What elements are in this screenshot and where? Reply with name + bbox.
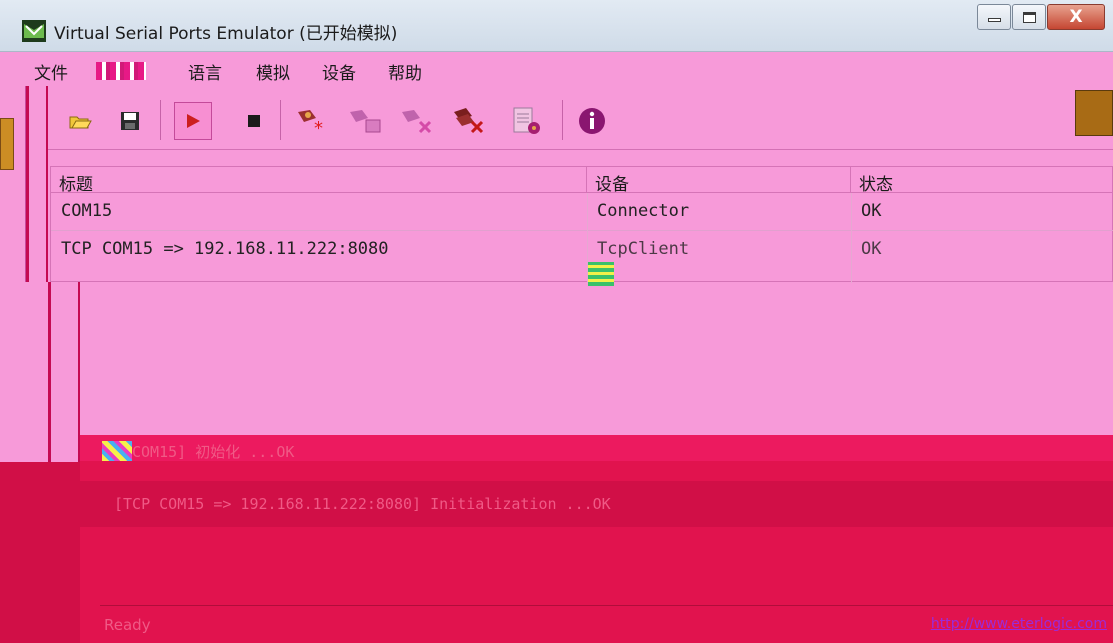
- device-delete-icon: [402, 110, 432, 134]
- log-line: [TCP COM15 => 192.168.11.222:8080] Initi…: [114, 495, 611, 513]
- row-title: COM15: [61, 201, 113, 221]
- stop-button[interactable]: [238, 105, 270, 137]
- settings-button[interactable]: [506, 105, 546, 137]
- menu-file[interactable]: 文件: [34, 59, 68, 84]
- left-panel-bottom: [0, 462, 80, 643]
- toolbar: *: [48, 90, 1113, 150]
- settings-icon: [513, 107, 540, 134]
- menu-help[interactable]: 帮助: [388, 59, 422, 84]
- render-artifact: [96, 62, 146, 80]
- save-button[interactable]: [114, 105, 146, 137]
- left-panel-tab[interactable]: [0, 118, 14, 170]
- maximize-icon: [1022, 11, 1036, 23]
- minimize-icon: [987, 18, 1001, 22]
- column-header-device[interactable]: 设备: [587, 167, 851, 195]
- menu-device[interactable]: 设备: [322, 59, 356, 84]
- svg-text:*: *: [314, 118, 323, 136]
- save-icon: [121, 112, 139, 130]
- title-bar[interactable]: Virtual Serial Ports Emulator (已开始模拟) X: [0, 0, 1113, 52]
- website-link[interactable]: http://www.eterlogic.com: [931, 616, 1107, 632]
- menu-emulation[interactable]: 模拟: [256, 59, 290, 84]
- status-text: Ready: [104, 616, 151, 634]
- window-controls: X: [976, 4, 1105, 30]
- render-artifact: [588, 262, 614, 286]
- app-window: Virtual Serial Ports Emulator (已开始模拟) X …: [0, 0, 1113, 643]
- play-icon: [187, 114, 200, 128]
- about-button[interactable]: [576, 105, 608, 137]
- toolbar-separator: [160, 100, 161, 140]
- play-button[interactable]: [174, 102, 212, 140]
- row-device: TcpClient: [597, 239, 690, 259]
- close-icon: X: [1069, 7, 1083, 27]
- device-delete-all-icon: [454, 108, 484, 134]
- table-row[interactable]: COM15 Connector OK: [51, 193, 1113, 231]
- logo-icon: [1075, 90, 1113, 136]
- row-title: TCP COM15 => 192.168.11.222:8080: [61, 239, 389, 259]
- device-edit-icon: [350, 110, 381, 133]
- close-button[interactable]: X: [1047, 4, 1105, 30]
- row-status: OK: [861, 239, 882, 259]
- open-icon: [69, 116, 92, 129]
- render-artifact: [102, 441, 132, 461]
- app-icon: [22, 20, 46, 42]
- create-device-button[interactable]: *: [294, 105, 334, 137]
- maximize-button[interactable]: [1012, 4, 1046, 30]
- column-divider: [851, 193, 852, 283]
- column-header-title[interactable]: 标题: [51, 167, 587, 195]
- menu-language[interactable]: 语言: [188, 59, 222, 84]
- log-row: COM15] 初始化 ...OK: [80, 435, 1113, 461]
- table-row[interactable]: TCP COM15 => 192.168.11.222:8080 TcpClie…: [51, 231, 1113, 269]
- device-table: 标题 设备 状态 COM15 Connector OK TCP COM15 =>…: [50, 166, 1113, 283]
- toolbar-separator: [562, 100, 563, 140]
- info-icon: [579, 108, 605, 134]
- stop-icon: [248, 115, 260, 127]
- row-device: Connector: [597, 201, 690, 221]
- column-header-status[interactable]: 状态: [851, 167, 1113, 195]
- menu-bar: [0, 52, 1113, 86]
- status-bar: Ready http://www.eterlogic.com: [100, 605, 1113, 643]
- device-create-icon: *: [298, 110, 323, 136]
- delete-all-devices-button[interactable]: [450, 105, 490, 137]
- left-panel: [0, 86, 26, 286]
- open-button[interactable]: [64, 105, 96, 137]
- toolbar-separator: [280, 100, 281, 140]
- window-title: Virtual Serial Ports Emulator (已开始模拟): [54, 24, 398, 44]
- row-status: OK: [861, 201, 882, 221]
- edit-device-button[interactable]: [346, 105, 386, 137]
- log-row: [TCP COM15 => 192.168.11.222:8080] Initi…: [80, 481, 1113, 527]
- delete-device-button[interactable]: [398, 105, 438, 137]
- minimize-button[interactable]: [977, 4, 1011, 30]
- log-line: COM15] 初始化 ...OK: [132, 443, 295, 461]
